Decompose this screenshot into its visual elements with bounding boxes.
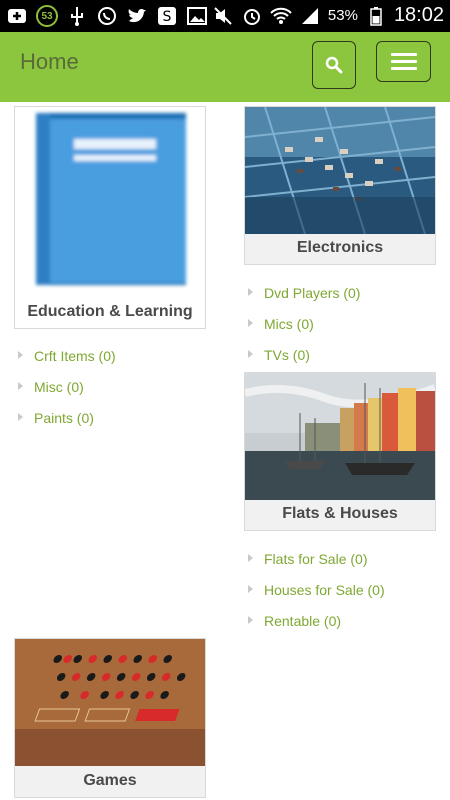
electronics-subcategory-list: Dvd Players (0) Mics (0) TVs (0) bbox=[246, 285, 436, 378]
category-label: Flats & Houses bbox=[282, 505, 398, 522]
list-item[interactable]: Mics (0) bbox=[246, 316, 436, 347]
category-label: Games bbox=[83, 772, 137, 789]
education-subcategory-list: Crft Items (0) Misc (0) Paints (0) bbox=[16, 348, 206, 441]
bullet-icon bbox=[18, 351, 23, 359]
add-notification-icon bbox=[6, 5, 28, 27]
list-item[interactable]: Paints (0) bbox=[16, 410, 206, 441]
list-item[interactable]: Misc (0) bbox=[16, 379, 206, 410]
subcategory-link[interactable]: Dvd Players (0) bbox=[264, 285, 360, 301]
list-item[interactable]: Crft Items (0) bbox=[16, 348, 206, 379]
bullet-icon bbox=[248, 319, 253, 327]
wifi-icon bbox=[270, 5, 292, 27]
hamburger-icon bbox=[390, 49, 417, 74]
count-badge-icon: 53 bbox=[36, 5, 58, 27]
subcategory-link[interactable]: TVs (0) bbox=[264, 347, 310, 363]
twitter-icon bbox=[126, 5, 148, 27]
bullet-icon bbox=[248, 554, 253, 562]
category-card-education[interactable]: Education & Learning bbox=[14, 106, 206, 329]
category-label: Electronics bbox=[296, 239, 384, 256]
subcategory-link[interactable]: Rentable (0) bbox=[264, 613, 341, 629]
battery-percent: 53% bbox=[327, 7, 358, 24]
signal-icon bbox=[299, 5, 321, 27]
battery-icon bbox=[365, 5, 387, 27]
bullet-icon bbox=[248, 616, 253, 624]
clock: 18:02 bbox=[393, 4, 444, 26]
harbor-houses-image bbox=[245, 373, 435, 500]
list-item[interactable]: Houses for Sale (0) bbox=[246, 582, 436, 613]
svg-text:S: S bbox=[163, 9, 172, 25]
app-header: Home bbox=[0, 32, 450, 102]
subcategory-link[interactable]: Crft Items (0) bbox=[34, 348, 116, 364]
search-button[interactable] bbox=[312, 41, 356, 89]
subcategory-link[interactable]: Flats for Sale (0) bbox=[264, 551, 367, 567]
circuit-board-image bbox=[245, 107, 435, 234]
subcategory-link[interactable]: Mics (0) bbox=[264, 316, 314, 332]
category-label: Education & Learning bbox=[27, 303, 193, 320]
menu-button[interactable] bbox=[376, 41, 431, 82]
subcategory-link[interactable]: Houses for Sale (0) bbox=[264, 582, 385, 598]
image-icon bbox=[186, 5, 208, 27]
bullet-icon bbox=[248, 350, 253, 358]
status-left-icons: 53 S bbox=[6, 5, 208, 27]
subcategory-link[interactable]: Misc (0) bbox=[34, 379, 84, 395]
whatsapp-icon bbox=[96, 5, 118, 27]
flats-subcategory-list: Flats for Sale (0) Houses for Sale (0) R… bbox=[246, 551, 436, 644]
status-bar: 53 S 53% 18:02 bbox=[0, 0, 450, 32]
bullet-icon bbox=[248, 288, 253, 296]
shazam-icon: S bbox=[156, 5, 178, 27]
category-card-games[interactable]: Games bbox=[14, 638, 206, 798]
list-item[interactable]: Rentable (0) bbox=[246, 613, 436, 644]
list-item[interactable]: Flats for Sale (0) bbox=[246, 551, 436, 582]
bullet-icon bbox=[248, 585, 253, 593]
category-card-flats[interactable]: Flats & Houses bbox=[244, 372, 436, 531]
category-card-electronics[interactable]: Electronics bbox=[244, 106, 436, 265]
search-icon bbox=[325, 56, 343, 74]
roulette-table-image bbox=[15, 639, 205, 766]
mute-icon bbox=[212, 5, 234, 27]
subcategory-link[interactable]: Paints (0) bbox=[34, 410, 94, 426]
usb-icon bbox=[66, 5, 88, 27]
bullet-icon bbox=[18, 413, 23, 421]
page-title: Home bbox=[20, 49, 79, 74]
status-right-icons: 53% 18:02 bbox=[212, 4, 444, 27]
alarm-icon bbox=[241, 5, 263, 27]
list-item[interactable]: Dvd Players (0) bbox=[246, 285, 436, 316]
book-icon bbox=[32, 109, 190, 289]
bullet-icon bbox=[18, 382, 23, 390]
